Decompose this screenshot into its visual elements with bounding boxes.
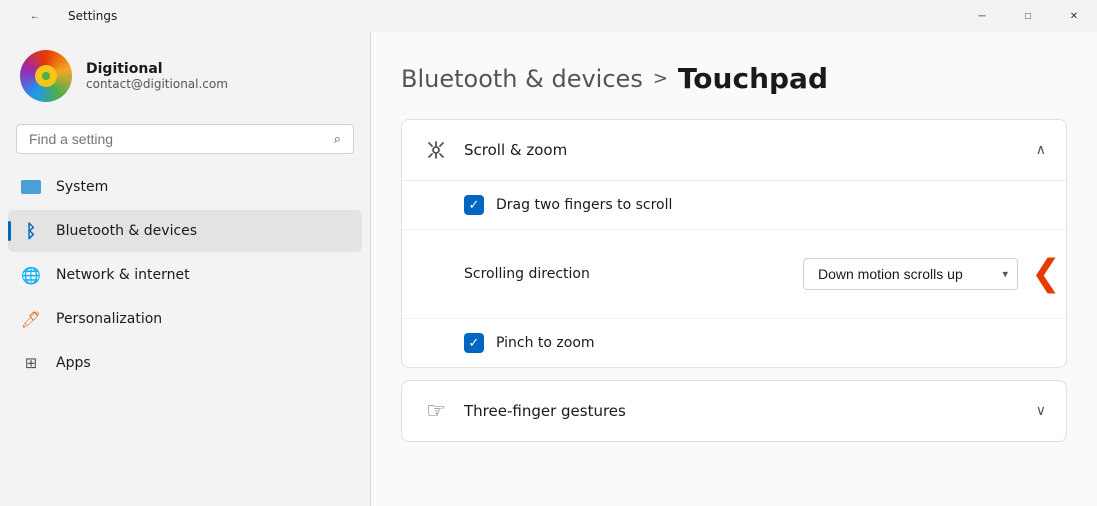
avatar <box>20 50 72 102</box>
section-three-finger: ☞ Three-finger gestures ∨ <box>401 380 1067 442</box>
three-finger-icon: ☞ <box>422 397 450 425</box>
personalization-icon: 🖊 <box>20 308 42 330</box>
search-input[interactable] <box>29 131 326 147</box>
sidebar-item-label-bluetooth: Bluetooth & devices <box>56 223 197 239</box>
search-icon: ⌕ <box>334 132 341 147</box>
breadcrumb-separator: > <box>653 68 668 89</box>
close-icon: ✕ <box>1070 11 1078 22</box>
maximize-icon: □ <box>1025 11 1031 22</box>
sidebar-item-network[interactable]: 🌐 Network & internet <box>8 254 362 296</box>
checkbox-pinch-zoom[interactable]: ✓ <box>464 333 484 353</box>
checkmark-drag: ✓ <box>469 198 480 213</box>
section-scroll-zoom-content: ✓ Drag two fingers to scroll Scrolling d… <box>402 180 1066 367</box>
section-three-finger-header-left: ☞ Three-finger gestures <box>422 397 626 425</box>
network-icon: 🌐 <box>20 264 42 286</box>
scrolling-direction-select[interactable]: Down motion scrolls up Down motion scrol… <box>803 258 1018 290</box>
section-three-finger-chevron: ∨ <box>1036 403 1046 419</box>
sidebar-item-personalization[interactable]: 🖊 Personalization <box>8 298 362 340</box>
nav-list: System ᛒ Bluetooth & devices 🌐 Network &… <box>0 166 370 384</box>
sidebar-item-label-system: System <box>56 179 108 195</box>
scroll-zoom-icon <box>422 136 450 164</box>
avatar-dot <box>42 72 50 80</box>
sidebar: Digitional contact@digitional.com ⌕ Syst… <box>0 32 370 506</box>
setting-scrolling-direction: Scrolling direction Down motion scrolls … <box>402 230 1066 319</box>
breadcrumb-current: Touchpad <box>678 62 828 95</box>
checkbox-drag-two-fingers[interactable]: ✓ <box>464 195 484 215</box>
orange-chevron-decoration: ❮ <box>1026 244 1066 304</box>
bluetooth-icon: ᛒ <box>20 220 42 242</box>
dropdown-scrolling-direction[interactable]: Down motion scrolls up Down motion scrol… <box>803 258 1018 290</box>
maximize-button[interactable]: □ <box>1005 0 1051 32</box>
breadcrumb: Bluetooth & devices > Touchpad <box>401 62 1067 95</box>
setting-drag-two-fingers: ✓ Drag two fingers to scroll <box>402 181 1066 230</box>
sidebar-item-system[interactable]: System <box>8 166 362 208</box>
breadcrumb-parent: Bluetooth & devices <box>401 65 643 93</box>
label-scrolling-direction: Scrolling direction <box>464 266 590 282</box>
section-scroll-zoom-header-left: Scroll & zoom <box>422 136 567 164</box>
system-icon <box>20 176 42 198</box>
sidebar-scroll-area[interactable]: System ᛒ Bluetooth & devices 🌐 Network &… <box>0 166 370 496</box>
sidebar-item-label-personalization: Personalization <box>56 311 162 327</box>
checkmark-pinch: ✓ <box>469 336 480 351</box>
search-box[interactable]: ⌕ <box>16 124 354 154</box>
sidebar-item-label-network: Network & internet <box>56 267 190 283</box>
section-scroll-zoom-title: Scroll & zoom <box>464 141 567 159</box>
titlebar-left: ← Settings <box>12 0 117 32</box>
section-scroll-zoom-chevron: ∧ <box>1036 142 1046 158</box>
search-wrapper: ⌕ <box>0 120 370 166</box>
titlebar-title: Settings <box>68 9 117 23</box>
main-content: Bluetooth & devices > Touchpad Scroll & … <box>371 32 1097 506</box>
user-profile: Digitional contact@digitional.com <box>0 32 370 120</box>
checkbox-drag-wrap: ✓ Drag two fingers to scroll <box>464 195 672 215</box>
titlebar: ← Settings ─ □ ✕ <box>0 0 1097 32</box>
section-scroll-zoom-header[interactable]: Scroll & zoom ∧ <box>402 120 1066 180</box>
sidebar-item-apps[interactable]: ⊞ Apps <box>8 342 362 384</box>
apps-icon: ⊞ <box>20 352 42 374</box>
minimize-icon: ─ <box>978 11 985 22</box>
section-scroll-zoom: Scroll & zoom ∧ ✓ Drag two fingers to sc… <box>401 119 1067 368</box>
back-button[interactable]: ← <box>12 0 58 32</box>
user-email: contact@digitional.com <box>86 77 228 91</box>
scrolling-direction-right: Down motion scrolls up Down motion scrol… <box>803 244 1066 304</box>
app-body: Digitional contact@digitional.com ⌕ Syst… <box>0 32 1097 506</box>
titlebar-controls: ─ □ ✕ <box>959 0 1097 32</box>
label-drag-two-fingers: Drag two fingers to scroll <box>496 197 672 213</box>
setting-pinch-zoom: ✓ Pinch to zoom <box>402 319 1066 367</box>
back-icon: ← <box>30 11 40 22</box>
sidebar-item-bluetooth[interactable]: ᛒ Bluetooth & devices <box>8 210 362 252</box>
minimize-button[interactable]: ─ <box>959 0 1005 32</box>
section-three-finger-header[interactable]: ☞ Three-finger gestures ∨ <box>402 381 1066 441</box>
checkbox-pinch-wrap: ✓ Pinch to zoom <box>464 333 595 353</box>
close-button[interactable]: ✕ <box>1051 0 1097 32</box>
section-three-finger-title: Three-finger gestures <box>464 402 626 420</box>
user-name: Digitional <box>86 61 228 77</box>
user-info: Digitional contact@digitional.com <box>86 61 228 91</box>
sidebar-item-label-apps: Apps <box>56 355 91 371</box>
label-pinch-zoom: Pinch to zoom <box>496 335 595 351</box>
